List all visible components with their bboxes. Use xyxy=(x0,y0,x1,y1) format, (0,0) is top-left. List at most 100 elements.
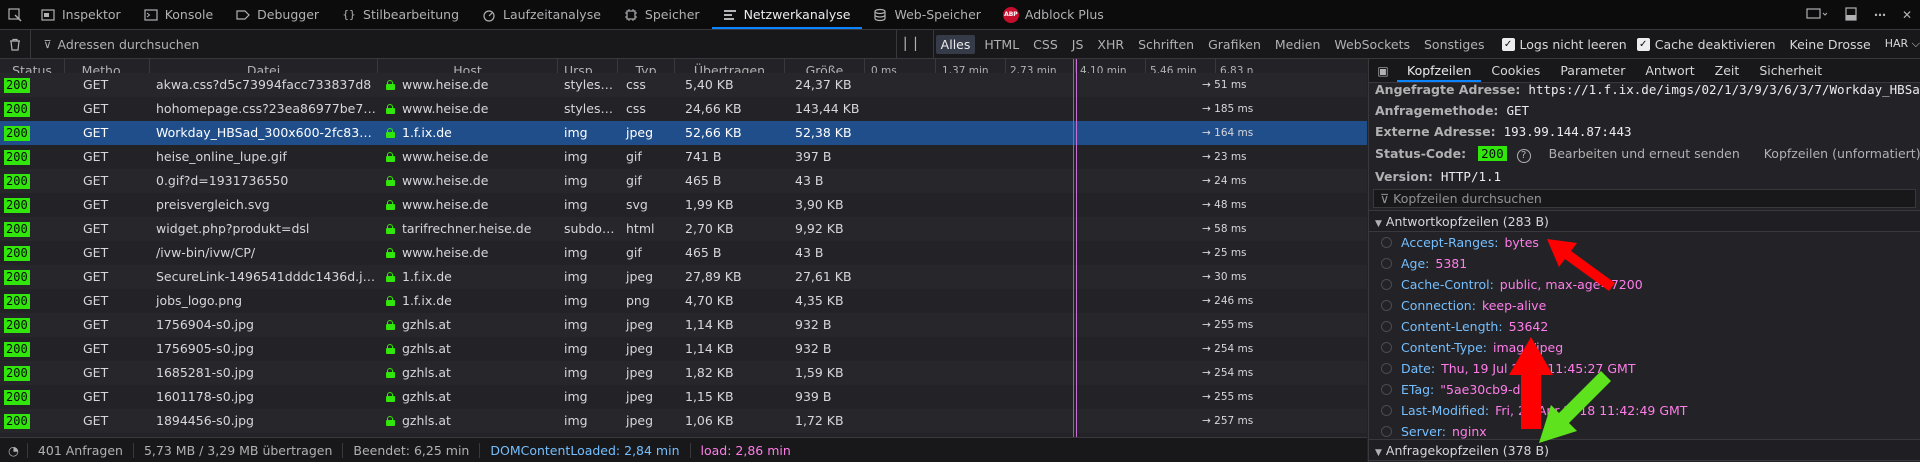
header-help-icon[interactable] xyxy=(1381,405,1392,416)
raw-headers-button[interactable]: Kopfzeilen (unformatiert) xyxy=(1764,146,1920,161)
response-headers-section[interactable]: ▼ Antwortkopfzeilen (283 B) xyxy=(1369,210,1920,232)
table-row[interactable]: 200 GET 0.gif?d=1931736550 www.heise.de img g… xyxy=(0,169,1367,193)
host-cell-text: gzhls.at xyxy=(402,389,451,404)
lock-icon xyxy=(386,392,395,402)
lock-icon xyxy=(386,344,395,354)
pick-element-icon[interactable] xyxy=(0,0,30,29)
type-cell-text: jpeg xyxy=(626,317,654,332)
filter-type-media[interactable]: Medien xyxy=(1270,35,1326,54)
tab-cookies[interactable]: Cookies xyxy=(1481,59,1550,82)
filter-type-css[interactable]: CSS xyxy=(1028,35,1063,54)
edit-resend-button[interactable]: Bearbeiten und erneut senden xyxy=(1549,146,1740,161)
network-filter-bar: ⊽ Adressen durchsuchen ▏▏ Alles HTML CSS… xyxy=(0,29,1920,59)
pause-icon[interactable]: ▏▏ xyxy=(896,29,934,59)
close-icon[interactable]: ✕ xyxy=(1902,8,1912,22)
table-row[interactable]: 200 GET 1894456-s0.jpg gzhls.at img jpeg 1,06 … xyxy=(0,409,1367,433)
file-cell-text: 1601178-s0.jpg xyxy=(156,389,254,404)
method-cell-text: GET xyxy=(83,101,109,116)
response-header-row[interactable]: Last-Modified: Fri, 27 Apr 2018 11:42:49 … xyxy=(1369,400,1920,421)
status-cell: 200 xyxy=(0,313,65,337)
header-help-icon[interactable] xyxy=(1381,237,1392,248)
performance-analysis-icon[interactable]: ◔ xyxy=(0,442,28,458)
filter-type-fonts[interactable]: Schriften xyxy=(1133,35,1199,54)
tab-storage[interactable]: Web-Speicher xyxy=(862,0,992,29)
tab-params[interactable]: Parameter xyxy=(1550,59,1635,82)
filter-type-all[interactable]: Alles xyxy=(935,34,976,54)
header-help-icon[interactable] xyxy=(1381,258,1392,269)
table-row[interactable]: 200 GET hohomepage.css?23ea86977be7818... w… xyxy=(0,97,1367,121)
more-options-icon[interactable]: ⋯ xyxy=(1874,8,1886,22)
table-row[interactable]: 200 GET 1756904-s0.jpg gzhls.at img jpeg 1,14 … xyxy=(0,313,1367,337)
headers-search-input[interactable]: ⊽ Kopfzeilen durchsuchen xyxy=(1373,189,1916,208)
url-filter-input[interactable]: ⊽ Adressen durchsuchen xyxy=(31,37,896,52)
request-headers-section[interactable]: ▼ Anfragekopfzeilen (378 B) xyxy=(1369,439,1920,461)
tab-security[interactable]: Sicherheit xyxy=(1749,59,1832,82)
tab-console[interactable]: Konsole xyxy=(133,0,225,29)
response-header-row[interactable]: Cache-Control: public, max-age=7200 xyxy=(1369,274,1920,295)
header-help-icon[interactable] xyxy=(1381,321,1392,332)
table-row[interactable]: 200 GET 1756905-s0.jpg gzhls.at img jpeg 1,14 … xyxy=(0,337,1367,361)
table-row[interactable]: 200 GET preisvergleich.svg www.heise.de img s… xyxy=(0,193,1367,217)
tab-inspector[interactable]: Inspektor xyxy=(30,0,133,29)
table-row[interactable]: 200 GET widget.php?produkt=dsl tarifrechner… xyxy=(0,217,1367,241)
response-header-row[interactable]: Content-Type: image/jpeg xyxy=(1369,337,1920,358)
tab-response[interactable]: Antwort xyxy=(1635,59,1704,82)
response-header-row[interactable]: ETag: "5ae30cb9-d xyxy=(1369,379,1920,400)
filter-type-websockets[interactable]: WebSockets xyxy=(1329,35,1415,54)
header-help-icon[interactable] xyxy=(1381,279,1392,290)
filter-icon: ⊽ xyxy=(43,37,52,51)
persist-logs-checkbox[interactable]: ✓ Logs nicht leeren xyxy=(1501,37,1627,52)
tab-debugger[interactable]: Debugger xyxy=(225,0,331,29)
table-row[interactable]: 200 GET jobs_logo.png 1.f.ix.de img png 4,70 K… xyxy=(0,289,1367,313)
responsive-design-icon[interactable] xyxy=(1806,7,1828,24)
response-header-row[interactable]: Accept-Ranges: bytes xyxy=(1369,232,1920,253)
table-row[interactable]: 200 GET Workday_HBSad_300x600-2fc831e0... 1… xyxy=(0,121,1367,145)
response-header-row[interactable]: Content-Length: 53642 xyxy=(1369,316,1920,337)
header-help-icon[interactable] xyxy=(1381,384,1392,395)
waterfall-cell: → 24 ms xyxy=(865,169,1367,193)
file-cell: jobs_logo.png xyxy=(150,289,378,313)
disable-cache-checkbox[interactable]: ✓ Cache deaktivieren xyxy=(1636,37,1776,52)
filter-type-xhr[interactable]: XHR xyxy=(1092,35,1129,54)
filter-type-js[interactable]: JS xyxy=(1067,35,1089,54)
header-help-icon[interactable] xyxy=(1381,363,1392,374)
header-help-icon[interactable] xyxy=(1381,426,1392,437)
header-value: bytes xyxy=(1504,235,1539,250)
clear-log-icon[interactable] xyxy=(0,29,32,59)
table-row[interactable]: 200 GET/ivw-bin/ivw/CP/www.heise.de img gif… xyxy=(0,241,1367,265)
status-badge: 200 xyxy=(4,246,30,261)
tab-adblock[interactable]: ABP Adblock Plus xyxy=(993,0,1116,29)
table-row[interactable]: 200 GET 1685281-s0.jpg gzhls.at img jpeg 1,82 … xyxy=(0,361,1367,385)
host-cell-text: www.heise.de xyxy=(402,101,489,116)
file-cell: heise_online_lupe.gif xyxy=(150,145,378,169)
method-label: Anfragemethode: xyxy=(1375,103,1499,118)
method-cell-text: GET xyxy=(83,293,109,308)
cause-cell-text: img xyxy=(564,269,588,284)
tab-style-editor[interactable]: {} Stilbearbeitung xyxy=(331,0,471,29)
throttling-select[interactable]: Keine Drosse xyxy=(1790,37,1871,52)
response-header-row[interactable]: Date: Thu, 19 Jul 2018 11:45:27 GMT xyxy=(1369,358,1920,379)
dock-side-icon[interactable] xyxy=(1844,6,1858,24)
filter-type-other[interactable]: Sonstiges xyxy=(1419,35,1490,54)
response-header-row[interactable]: Age: 5381 xyxy=(1369,253,1920,274)
har-menu-button[interactable]: HAR ⌵ xyxy=(1885,37,1920,51)
transferred-cell-text: 5,40 KB xyxy=(685,77,734,92)
header-help-icon[interactable] xyxy=(1381,342,1392,353)
tab-timings[interactable]: Zeit xyxy=(1705,59,1750,82)
help-icon[interactable]: ? xyxy=(1516,149,1531,163)
tab-headers[interactable]: Kopfzeilen xyxy=(1397,59,1482,82)
table-row[interactable]: 200 GET SecureLink-1496541dddc1436d.jpg 1.f… xyxy=(0,265,1367,289)
filter-type-html[interactable]: HTML xyxy=(979,35,1024,54)
status-badge: 200 xyxy=(4,414,30,429)
tab-performance[interactable]: Laufzeitanalyse xyxy=(471,0,613,29)
response-header-row[interactable]: Connection: keep-alive xyxy=(1369,295,1920,316)
table-row[interactable]: 200 GET 1601178-s0.jpg gzhls.at img jpeg 1,15 … xyxy=(0,385,1367,409)
filter-type-images[interactable]: Grafiken xyxy=(1203,35,1266,54)
header-help-icon[interactable] xyxy=(1381,300,1392,311)
table-row[interactable]: 200 GET akwa.css?d5c73994facc733837d8 www.h… xyxy=(0,73,1367,97)
table-row[interactable]: 200 GET heise_online_lupe.gif www.heise.de i… xyxy=(0,145,1367,169)
method-cell: GET xyxy=(65,145,150,169)
tab-memory[interactable]: Speicher xyxy=(613,0,712,29)
tab-network[interactable]: Netzwerkanalyse xyxy=(711,0,863,29)
type-cell: jpeg xyxy=(618,313,675,337)
